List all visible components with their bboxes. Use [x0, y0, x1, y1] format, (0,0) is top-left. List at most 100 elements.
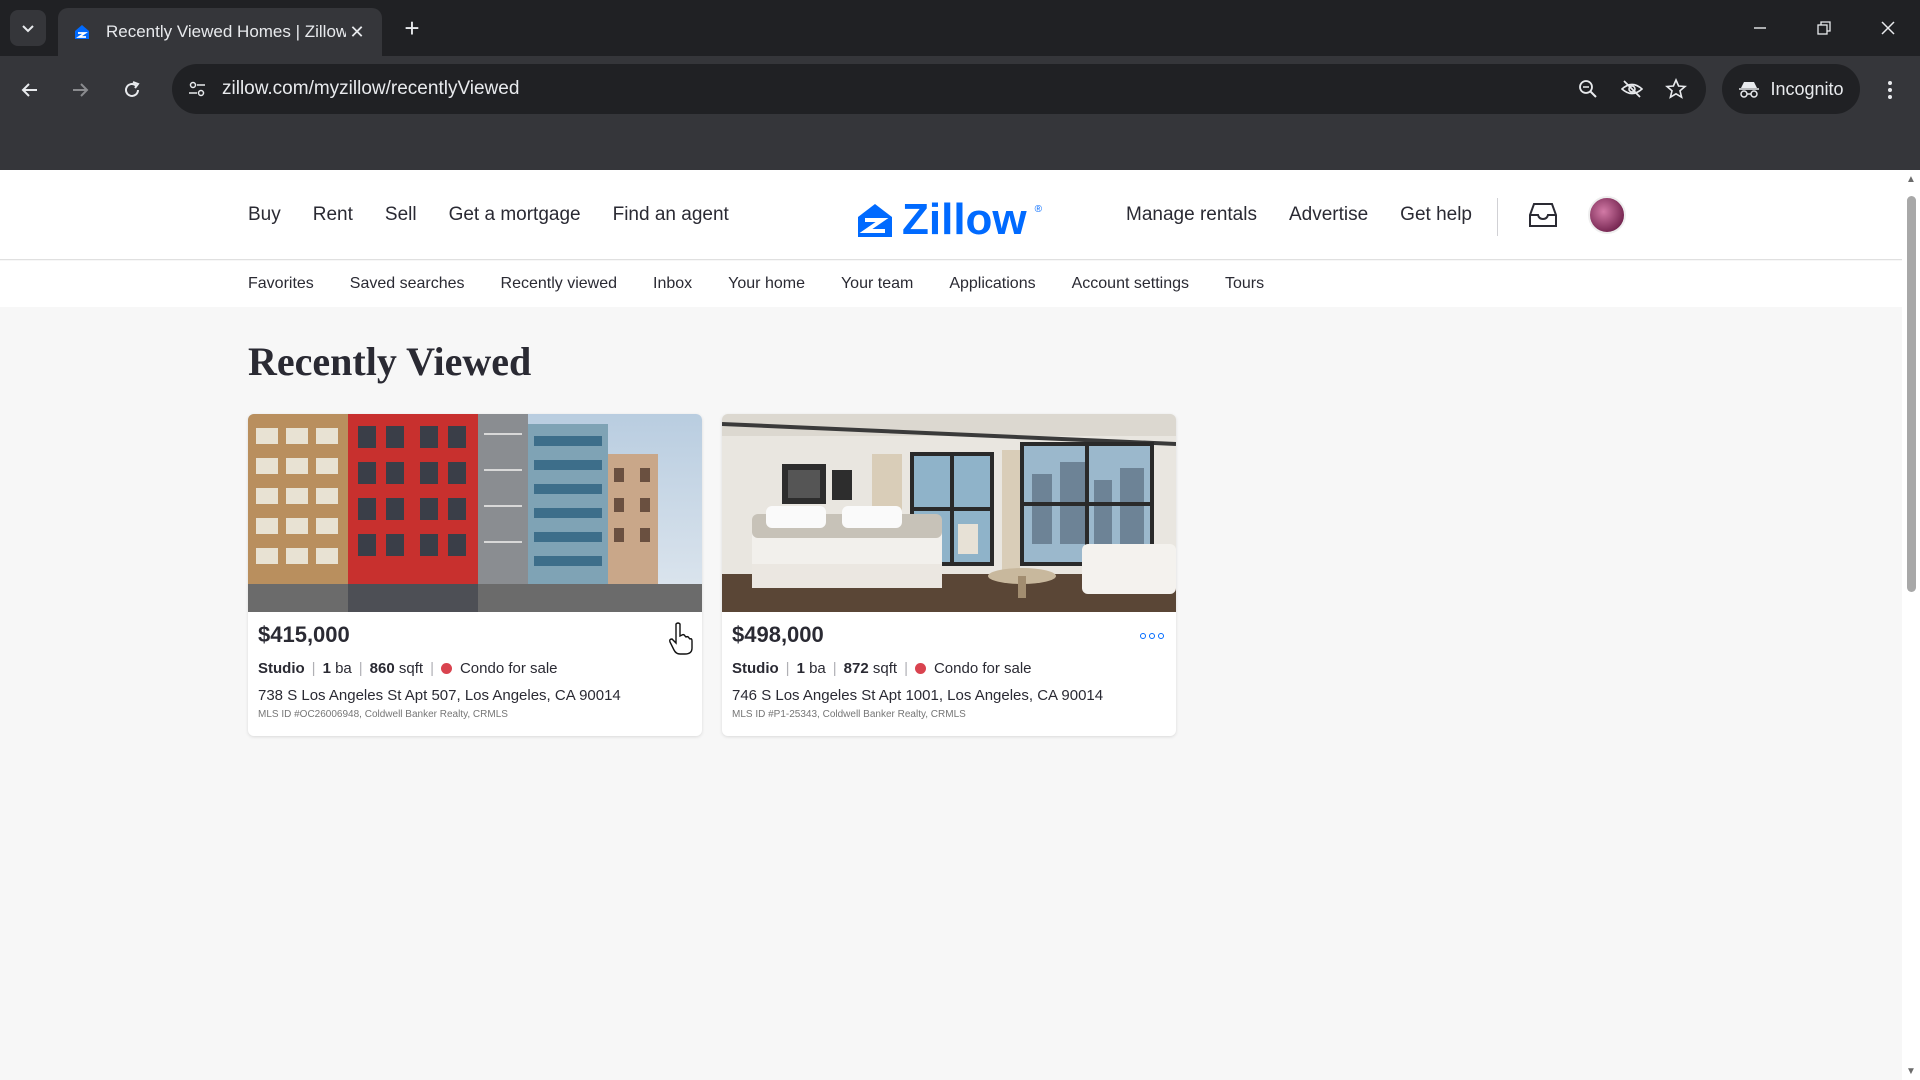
listing-price: $498,000	[732, 622, 824, 647]
user-avatar[interactable]	[1588, 196, 1626, 234]
reload-button[interactable]	[112, 70, 152, 110]
zillow-logo[interactable]: Zillow ®	[856, 195, 1043, 244]
listing-beds: Studio	[732, 660, 779, 677]
tab-close-icon[interactable]: ✕	[346, 21, 368, 43]
restore-button[interactable]	[1800, 8, 1848, 48]
new-tab-button[interactable]: +	[396, 12, 428, 44]
facts-separator: |	[311, 660, 316, 677]
subnav-applications[interactable]: Applications	[949, 275, 1035, 293]
listing-sqft-value: 860	[369, 660, 395, 677]
listing-facts: Studio | 1 ba | 872 sqft | Condo for sal…	[732, 660, 1032, 677]
listing-card[interactable]: $498,000 Studio | 1 ba | 872 sqft | Cond…	[722, 414, 1176, 736]
listing-address[interactable]: 738 S Los Angeles St Apt 507, Los Angele…	[258, 687, 621, 704]
incognito-indicator[interactable]: Incognito	[1722, 64, 1860, 114]
zillow-house-icon	[858, 204, 892, 237]
more-options-icon[interactable]	[1138, 626, 1166, 646]
subnav-your-home[interactable]: Your home	[728, 275, 805, 293]
chevron-down-icon	[22, 25, 34, 33]
arrow-right-icon	[73, 83, 89, 97]
listing-photo-bedroom-interior[interactable]	[722, 414, 1176, 612]
incognito-icon	[1739, 82, 1760, 98]
address-bar[interactable]: zillow.com/myzillow/recentlyViewed	[172, 64, 1706, 114]
listing-facts: Studio | 1 ba | 860 sqft | Condo for sal…	[258, 660, 558, 677]
tab-title: Recently Viewed Homes | Zillow	[106, 22, 346, 41]
tab-search-button[interactable]	[10, 10, 46, 46]
browser-toolbar: zillow.com/myzillow/recentlyViewed Incog…	[0, 56, 1920, 176]
browser-tab-bar: Recently Viewed Homes | Zillow ✕ +	[0, 0, 1920, 56]
zoom-icon[interactable]	[1566, 67, 1610, 111]
incognito-label: Incognito	[1770, 78, 1844, 99]
subnav-inbox[interactable]: Inbox	[653, 275, 692, 293]
inbox-icon[interactable]	[1524, 196, 1562, 234]
page-title: Recently Viewed	[248, 339, 532, 384]
zillow-favicon-icon	[75, 25, 89, 39]
minimize-button[interactable]	[1736, 8, 1784, 48]
nav-sell[interactable]: Sell	[385, 204, 417, 226]
bookmark-star-icon[interactable]	[1654, 67, 1698, 111]
subnav-favorites[interactable]: Favorites	[248, 275, 314, 293]
close-window-button[interactable]	[1864, 8, 1912, 48]
forward-button[interactable]	[60, 70, 100, 110]
status-dot-icon	[914, 663, 926, 674]
logo-text: Zillow	[902, 195, 1027, 244]
facts-separator: |	[832, 660, 837, 677]
primary-nav-left: Buy Rent Sell Get a mortgage Find an age…	[248, 170, 729, 260]
minimize-icon	[1754, 27, 1766, 29]
facts-separator: |	[904, 660, 908, 677]
reload-icon	[125, 81, 140, 97]
site-header: Buy Rent Sell Get a mortgage Find an age…	[0, 170, 1902, 260]
listing-status: Condo for sale	[933, 660, 1032, 677]
nav-rent[interactable]: Rent	[313, 204, 353, 226]
scroll-down-arrow-icon[interactable]: ▼	[1906, 1066, 1916, 1077]
subnav-recently-viewed[interactable]: Recently viewed	[501, 275, 618, 293]
subnav-tours[interactable]: Tours	[1225, 275, 1264, 293]
subnav-your-team[interactable]: Your team	[841, 275, 913, 293]
nav-advertise[interactable]: Advertise	[1289, 204, 1368, 226]
listing-price: $415,000	[258, 622, 350, 647]
listing-baths-value: 1	[322, 660, 331, 677]
subnav-account-settings[interactable]: Account settings	[1072, 275, 1189, 293]
facts-separator: |	[785, 660, 790, 677]
listing-mls-attribution: MLS ID #OC26006948, Coldwell Banker Real…	[258, 709, 508, 720]
url-text[interactable]: zillow.com/myzillow/recentlyViewed	[222, 78, 1566, 100]
browser-tab-active[interactable]: Recently Viewed Homes | Zillow ✕	[58, 8, 382, 56]
site-settings-icon[interactable]	[172, 79, 222, 99]
listing-address[interactable]: 746 S Los Angeles St Apt 1001, Los Angel…	[732, 687, 1103, 704]
listing-mls-attribution: MLS ID #P1-25343, Coldwell Banker Realty…	[732, 709, 966, 720]
hand-pointer-cursor-icon	[669, 622, 693, 655]
listing-sqft-value: 872	[843, 660, 869, 677]
listing-baths-unit: ba	[335, 660, 352, 677]
status-dot-icon	[440, 663, 452, 674]
subnav-saved-searches[interactable]: Saved searches	[350, 275, 465, 293]
account-subnav: Favorites Saved searches Recently viewed…	[0, 261, 1902, 307]
nav-manage-rentals[interactable]: Manage rentals	[1126, 204, 1257, 226]
trademark-mark: ®	[1034, 203, 1043, 215]
scroll-up-arrow-icon[interactable]: ▲	[1906, 174, 1916, 185]
header-divider	[1497, 198, 1498, 236]
browser-menu-button[interactable]	[1872, 70, 1908, 110]
tracking-protection-eye-off-icon[interactable]	[1610, 67, 1654, 111]
page-viewport: Buy Rent Sell Get a mortgage Find an age…	[0, 170, 1902, 1080]
listing-baths-unit: ba	[809, 660, 826, 677]
scrollbar-thumb[interactable]	[1907, 196, 1916, 592]
page-scrollbar[interactable]: ▲ ▼	[1902, 170, 1920, 1080]
listing-beds: Studio	[258, 660, 305, 677]
restore-icon	[1817, 21, 1831, 35]
listing-card[interactable]: $415,000 Studio | 1 ba | 860 sqft | Cond…	[248, 414, 702, 736]
listing-photo-building-exterior[interactable]	[248, 414, 702, 612]
nav-find-an-agent[interactable]: Find an agent	[613, 204, 729, 226]
nav-buy[interactable]: Buy	[248, 204, 281, 226]
primary-nav-right: Manage rentals Advertise Get help	[1126, 170, 1472, 260]
facts-separator: |	[430, 660, 434, 677]
nav-get-a-mortgage[interactable]: Get a mortgage	[449, 204, 581, 226]
arrow-left-icon	[21, 83, 37, 97]
back-button[interactable]	[10, 70, 50, 110]
facts-separator: |	[358, 660, 363, 677]
listing-sqft-unit: sqft	[872, 660, 898, 677]
close-icon	[1881, 21, 1895, 35]
more-vertical-icon	[1888, 81, 1892, 99]
nav-get-help[interactable]: Get help	[1400, 204, 1472, 226]
listing-status: Condo for sale	[459, 660, 558, 677]
listing-baths-value: 1	[796, 660, 805, 677]
listing-sqft-unit: sqft	[398, 660, 424, 677]
